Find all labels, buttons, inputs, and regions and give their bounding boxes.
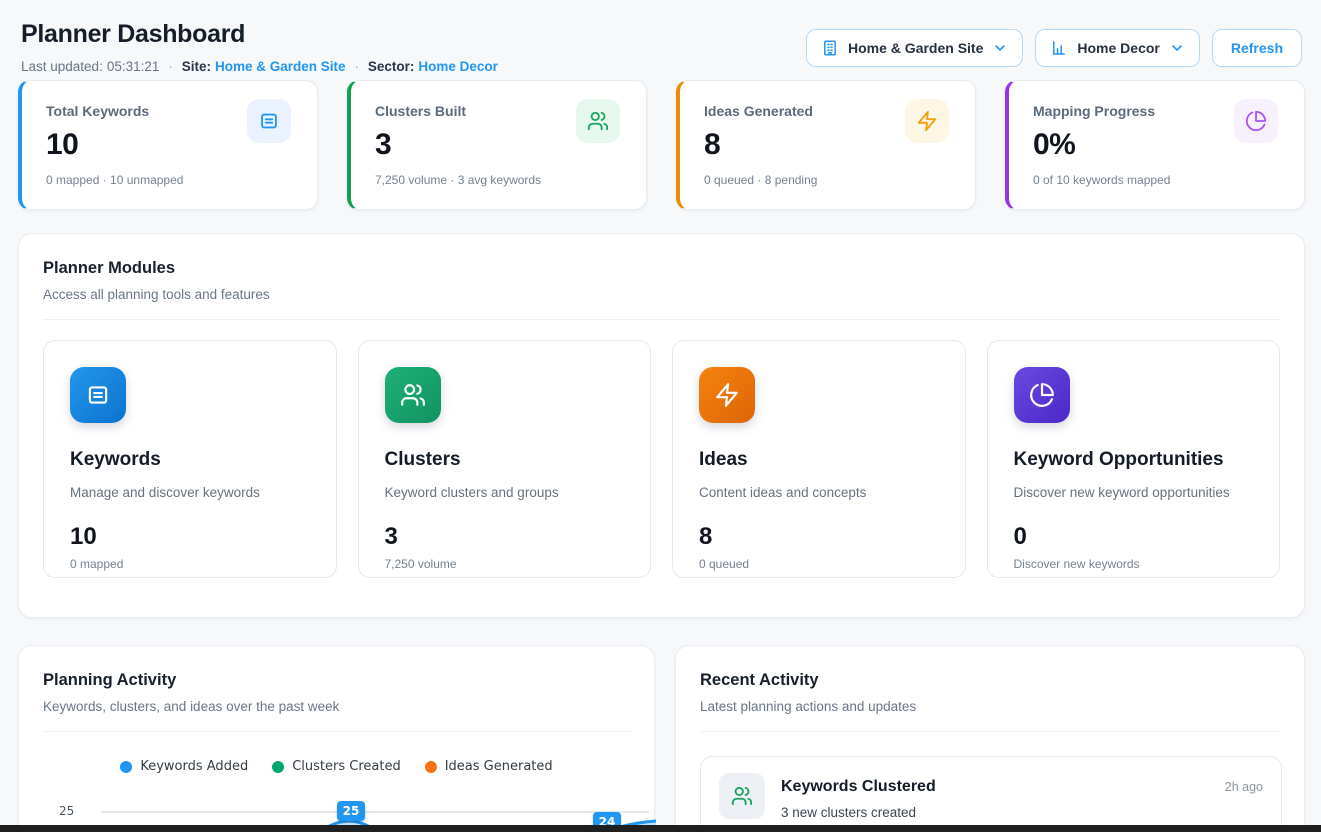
legend-dot-icon (272, 761, 284, 773)
planner-modules-panel: Planner Modules Access all planning tool… (18, 233, 1305, 618)
module-title: Keywords (70, 449, 310, 471)
refresh-button[interactable]: Refresh (1212, 29, 1302, 67)
stat-sub: 0 queued · 8 pending (704, 173, 951, 187)
recent-activity-subtitle: Latest planning actions and updates (700, 699, 1280, 714)
site-selector-dropdown[interactable]: Home & Garden Site (806, 29, 1023, 67)
page-title: Planner Dashboard (21, 20, 245, 49)
stat-card-mapping-progress: Mapping Progress 0% 0 of 10 keywords map… (1005, 80, 1305, 210)
module-sub: 7,250 volume (385, 557, 625, 571)
modules-panel-header: Planner Modules Access all planning tool… (19, 234, 1304, 320)
modules-panel-subtitle: Access all planning tools and features (43, 287, 1280, 302)
chart-legend: Keywords Added Clusters Created Ideas Ge… (19, 759, 654, 774)
module-value: 3 (385, 523, 625, 551)
stat-card-clusters-built: Clusters Built 3 7,250 volume · 3 avg ke… (347, 80, 647, 210)
planning-activity-panel: Planning Activity Keywords, clusters, an… (18, 645, 655, 832)
module-sub: 0 mapped (70, 557, 310, 571)
stat-sub: 0 mapped · 10 unmapped (46, 173, 293, 187)
modules-grid: Keywords Manage and discover keywords 10… (19, 320, 1304, 578)
bottom-dark-strip (0, 825, 1321, 832)
stat-card-total-keywords: Total Keywords 10 0 mapped · 10 unmapped (18, 80, 318, 210)
legend-item-keywords-added: Keywords Added (120, 759, 248, 774)
page-meta: Last updated: 05:31:21 · Site: Home & Ga… (21, 59, 498, 74)
chevron-down-icon (1169, 40, 1185, 56)
stat-sub: 0 of 10 keywords mapped (1033, 173, 1280, 187)
divider (43, 731, 630, 732)
planning-activity-title: Planning Activity (43, 671, 630, 690)
pie-chart-icon (1014, 367, 1070, 423)
legend-label: Keywords Added (140, 759, 248, 774)
separator-dot: · (168, 59, 172, 74)
module-description: Keyword clusters and groups (385, 485, 625, 500)
recent-activity-panel: Recent Activity Latest planning actions … (675, 645, 1305, 832)
stats-row: Total Keywords 10 0 mapped · 10 unmapped… (18, 80, 1305, 210)
planner-dashboard-page: Planner Dashboard Last updated: 05:31:21… (0, 0, 1321, 832)
separator-dot: · (355, 59, 359, 74)
activity-item-text: Keywords Clustered 3 new clusters create… (781, 773, 1209, 820)
zap-icon (905, 99, 949, 143)
legend-item-clusters-created: Clusters Created (272, 759, 401, 774)
module-card-keyword-opportunities[interactable]: Keyword Opportunities Discover new keywo… (987, 340, 1281, 578)
building-icon (821, 39, 839, 57)
users-icon (719, 773, 765, 819)
activity-item-title: Keywords Clustered (781, 778, 1209, 796)
module-description: Content ideas and concepts (699, 485, 939, 500)
site-label: Site: (182, 59, 211, 74)
document-icon (247, 99, 291, 143)
divider (700, 731, 1280, 732)
module-card-ideas[interactable]: Ideas Content ideas and concepts 8 0 que… (672, 340, 966, 578)
recent-activity-header: Recent Activity Latest planning actions … (676, 646, 1304, 732)
legend-label: Clusters Created (292, 759, 401, 774)
legend-dot-icon (120, 761, 132, 773)
module-sub: 0 queued (699, 557, 939, 571)
legend-label: Ideas Generated (445, 759, 553, 774)
bar-chart-icon (1050, 39, 1068, 57)
module-description: Manage and discover keywords (70, 485, 310, 500)
data-point-label: 25 (337, 801, 365, 821)
activity-item-description: 3 new clusters created (781, 805, 1209, 820)
module-title: Clusters (385, 449, 625, 471)
activity-item-timestamp: 2h ago (1225, 780, 1263, 794)
sector-label: Sector: (368, 59, 415, 74)
sector-link[interactable]: Home Decor (418, 59, 498, 74)
last-updated-label: Last updated: (21, 59, 103, 74)
document-icon (70, 367, 126, 423)
modules-panel-title: Planner Modules (43, 259, 1280, 278)
stat-card-ideas-generated: Ideas Generated 8 0 queued · 8 pending (676, 80, 976, 210)
module-card-clusters[interactable]: Clusters Keyword clusters and groups 3 7… (358, 340, 652, 578)
module-value: 0 (1014, 523, 1254, 551)
planning-activity-header: Planning Activity Keywords, clusters, an… (19, 646, 654, 732)
sector-selector-dropdown[interactable]: Home Decor (1035, 29, 1199, 67)
module-value: 8 (699, 523, 939, 551)
zap-icon (699, 367, 755, 423)
users-icon (576, 99, 620, 143)
legend-dot-icon (425, 761, 437, 773)
planning-activity-subtitle: Keywords, clusters, and ideas over the p… (43, 699, 630, 714)
sector-selector-label: Home Decor (1077, 40, 1159, 56)
module-card-keywords[interactable]: Keywords Manage and discover keywords 10… (43, 340, 337, 578)
recent-activity-title: Recent Activity (700, 671, 1280, 690)
legend-item-ideas-generated: Ideas Generated (425, 759, 553, 774)
module-sub: Discover new keywords (1014, 557, 1254, 571)
site-link[interactable]: Home & Garden Site (215, 59, 346, 74)
module-value: 10 (70, 523, 310, 551)
last-updated-value: 05:31:21 (107, 59, 160, 74)
stat-sub: 7,250 volume · 3 avg keywords (375, 173, 622, 187)
pie-chart-icon (1234, 99, 1278, 143)
chevron-down-icon (992, 40, 1008, 56)
activity-item-keywords-clustered: Keywords Clustered 3 new clusters create… (700, 756, 1282, 832)
module-description: Discover new keyword opportunities (1014, 485, 1254, 500)
module-title: Ideas (699, 449, 939, 471)
header-actions: Home & Garden Site Home Decor Refresh (806, 29, 1302, 67)
module-title: Keyword Opportunities (1014, 449, 1254, 471)
site-selector-label: Home & Garden Site (848, 40, 983, 56)
users-icon (385, 367, 441, 423)
